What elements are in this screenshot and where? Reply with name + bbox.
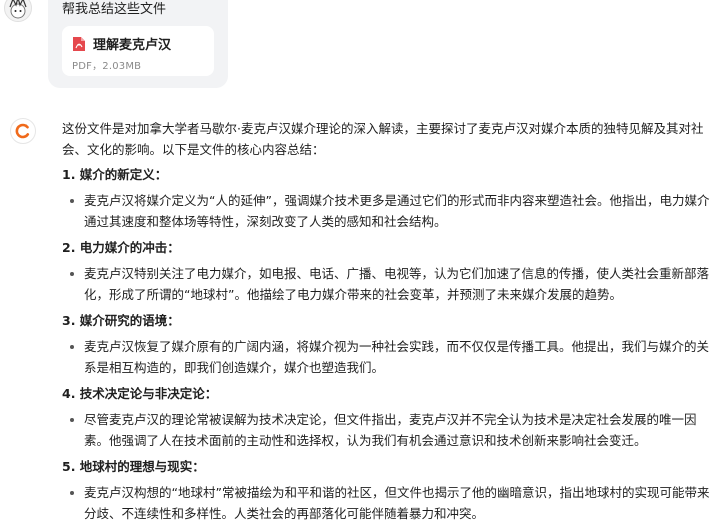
section-bullet: 麦克卢汉恢复了媒介原有的广阔内涵，将媒介视为一种社会实践，而不仅仅是传播工具。他…	[62, 336, 714, 378]
section-bullet: 麦克卢汉构想的“地球村”常被描绘为和平和谐的社区，但文件也揭示了他的幽暗意识，指…	[62, 482, 714, 524]
assistant-logo-icon	[15, 123, 30, 139]
section-title: 2. 电力媒介的冲击：	[62, 240, 180, 255]
section-title: 1. 媒介的新定义：	[62, 167, 168, 182]
summary-section: 5. 地球村的理想与现实： 麦克卢汉构想的“地球村”常被描绘为和平和谐的社区，但…	[62, 456, 714, 524]
summary-section: 2. 电力媒介的冲击： 麦克卢汉特别关注了电力媒介，如电报、电话、广播、电视等，…	[62, 237, 714, 305]
file-meta: PDF，2.03MB	[72, 61, 142, 72]
section-title: 4. 技术决定论与非决定论：	[62, 386, 218, 401]
answer-intro: 这份文件是对加拿大学者马歇尔·麦克卢汉媒介理论的深入解读，主要探讨了麦克卢汉对媒…	[62, 121, 704, 157]
summary-section: 4. 技术决定论与非决定论： 尽管麦克卢汉的理论常被误解为技术决定论，但文件指出…	[62, 383, 714, 451]
summary-section: 3. 媒介研究的语境： 麦克卢汉恢复了媒介原有的广阔内涵，将媒介视为一种社会实践…	[62, 310, 714, 378]
file-name: 理解麦克卢汉	[93, 38, 172, 53]
summary-section: 1. 媒介的新定义： 麦克卢汉将媒介定义为“人的延伸”，强调媒介技术更多是通过它…	[62, 164, 714, 232]
assistant-avatar	[10, 118, 36, 144]
section-bullet: 尽管麦克卢汉的理论常被误解为技术决定论，但文件指出，麦克卢汉并不完全认为技术是决…	[62, 409, 714, 451]
section-title: 3. 媒介研究的语境：	[62, 313, 180, 328]
user-avatar[interactable]	[4, 0, 32, 22]
summary-list: 1. 媒介的新定义： 麦克卢汉将媒介定义为“人的延伸”，强调媒介技术更多是通过它…	[62, 164, 714, 524]
section-bullet: 麦克卢汉特别关注了电力媒介，如电报、电话、广播、电视等，认为它们加速了信息的传播…	[62, 263, 714, 305]
user-avatar-icon	[9, 0, 27, 19]
pdf-file-icon	[73, 36, 85, 51]
attached-file-card[interactable]: 理解麦克卢汉 PDF，2.03MB	[62, 26, 214, 76]
assistant-answer: 这份文件是对加拿大学者马歇尔·麦克卢汉媒介理论的深入解读，主要探讨了麦克卢汉对媒…	[62, 118, 714, 529]
section-bullet: 麦克卢汉将媒介定义为“人的延伸”，强调媒介技术更多是通过它们的形式而非内容来塑造…	[62, 190, 714, 232]
section-title: 5. 地球村的理想与现实：	[62, 459, 205, 474]
user-message-text: 帮我总结这些文件	[62, 2, 167, 17]
